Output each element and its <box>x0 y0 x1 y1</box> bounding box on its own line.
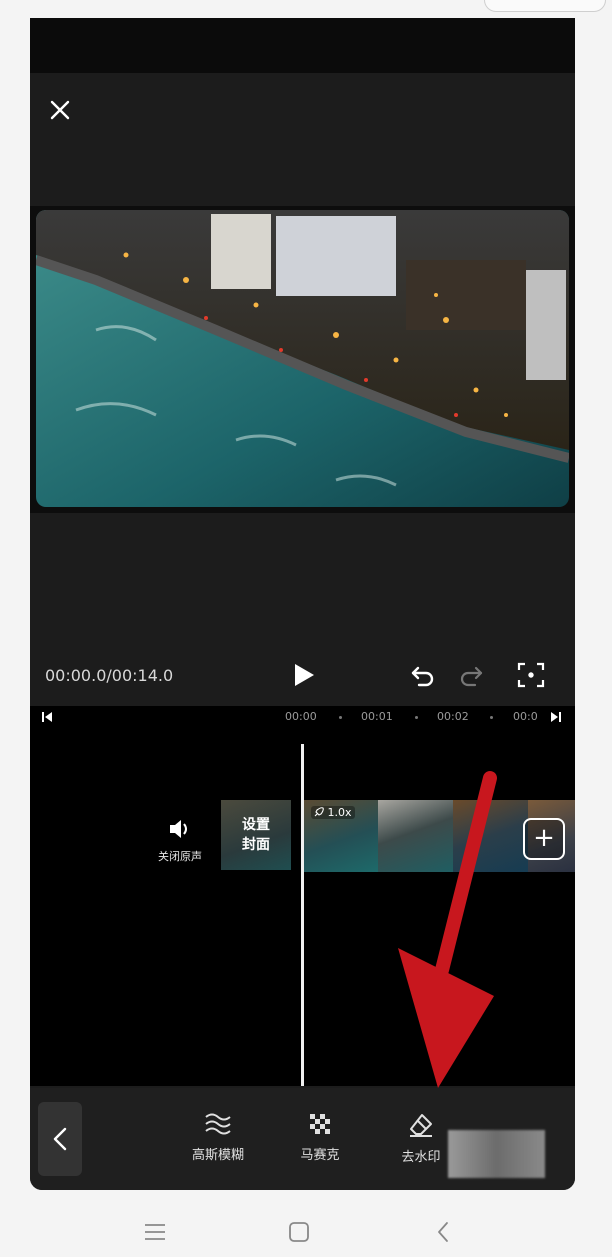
undo-icon[interactable] <box>410 662 436 692</box>
timecode: 00:00.0/00:14.0 <box>45 666 174 685</box>
ruler-label: 00:02 <box>437 710 469 723</box>
speaker-icon <box>170 820 187 838</box>
editor-window: 00:00.0/00:14.0 00:00 00:01 00:02 00:0 关… <box>30 18 575 1190</box>
timeline-ruler: 00:00 00:01 00:02 00:0 <box>30 706 575 730</box>
mute-original-audio-button[interactable]: 关闭原声 <box>150 818 210 864</box>
cover-label-line1: 设置 <box>242 817 270 833</box>
play-icon[interactable] <box>292 662 316 692</box>
close-icon[interactable] <box>46 96 74 124</box>
skip-start-icon[interactable] <box>40 710 54 724</box>
bottom-toolbar: 高斯模糊 马赛克 去水印 <box>30 1088 575 1190</box>
ruler-dot <box>415 716 418 719</box>
top-bar <box>30 18 575 73</box>
ruler-label: 00:0 <box>513 710 538 723</box>
rocket-icon <box>314 807 324 817</box>
ruler-dot <box>490 716 493 719</box>
timeline-panel: 00:00 00:01 00:02 00:0 关闭原声 设置 封面 1.0x + <box>30 706 575 1088</box>
back-button[interactable] <box>38 1102 82 1176</box>
status-pill <box>484 0 606 12</box>
skip-end-icon[interactable] <box>549 710 563 724</box>
mosaic-icon <box>310 1114 330 1134</box>
ruler-dot <box>339 716 342 719</box>
blurred-region <box>448 1130 545 1178</box>
mute-label: 关闭原声 <box>158 850 202 863</box>
ruler-label: 00:01 <box>361 710 393 723</box>
status-bar <box>0 0 612 18</box>
wave-blur-icon <box>205 1113 231 1135</box>
annotation-arrow <box>398 771 497 1088</box>
home-icon[interactable] <box>288 1221 310 1243</box>
video-preview <box>30 206 575 513</box>
set-cover-button[interactable]: 设置 封面 <box>221 800 291 870</box>
ruler-label: 00:00 <box>285 710 317 723</box>
cover-label-line2: 封面 <box>242 837 270 853</box>
gaussian-blur-tool[interactable]: 高斯模糊 <box>178 1112 258 1163</box>
system-nav-bar <box>0 1210 612 1257</box>
playhead[interactable] <box>301 744 304 1086</box>
chevron-left-icon <box>53 1127 67 1151</box>
fullscreen-icon[interactable] <box>516 660 546 694</box>
player-controls: 00:00.0/00:14.0 <box>30 648 575 704</box>
clip-speed-label: 1.0x <box>327 806 352 819</box>
add-clip-button[interactable]: + <box>523 818 565 860</box>
tool-label: 马赛克 <box>300 1148 340 1163</box>
back-nav-icon[interactable] <box>434 1220 452 1244</box>
tool-label: 去水印 <box>401 1150 441 1165</box>
redo-icon[interactable] <box>458 662 484 692</box>
mosaic-tool[interactable]: 马赛克 <box>280 1112 360 1163</box>
tool-label: 高斯模糊 <box>191 1148 244 1163</box>
eraser-icon <box>410 1114 432 1137</box>
preview-frame <box>36 210 569 507</box>
clip-speed-badge: 1.0x <box>311 806 355 819</box>
menu-icon[interactable] <box>143 1222 167 1242</box>
